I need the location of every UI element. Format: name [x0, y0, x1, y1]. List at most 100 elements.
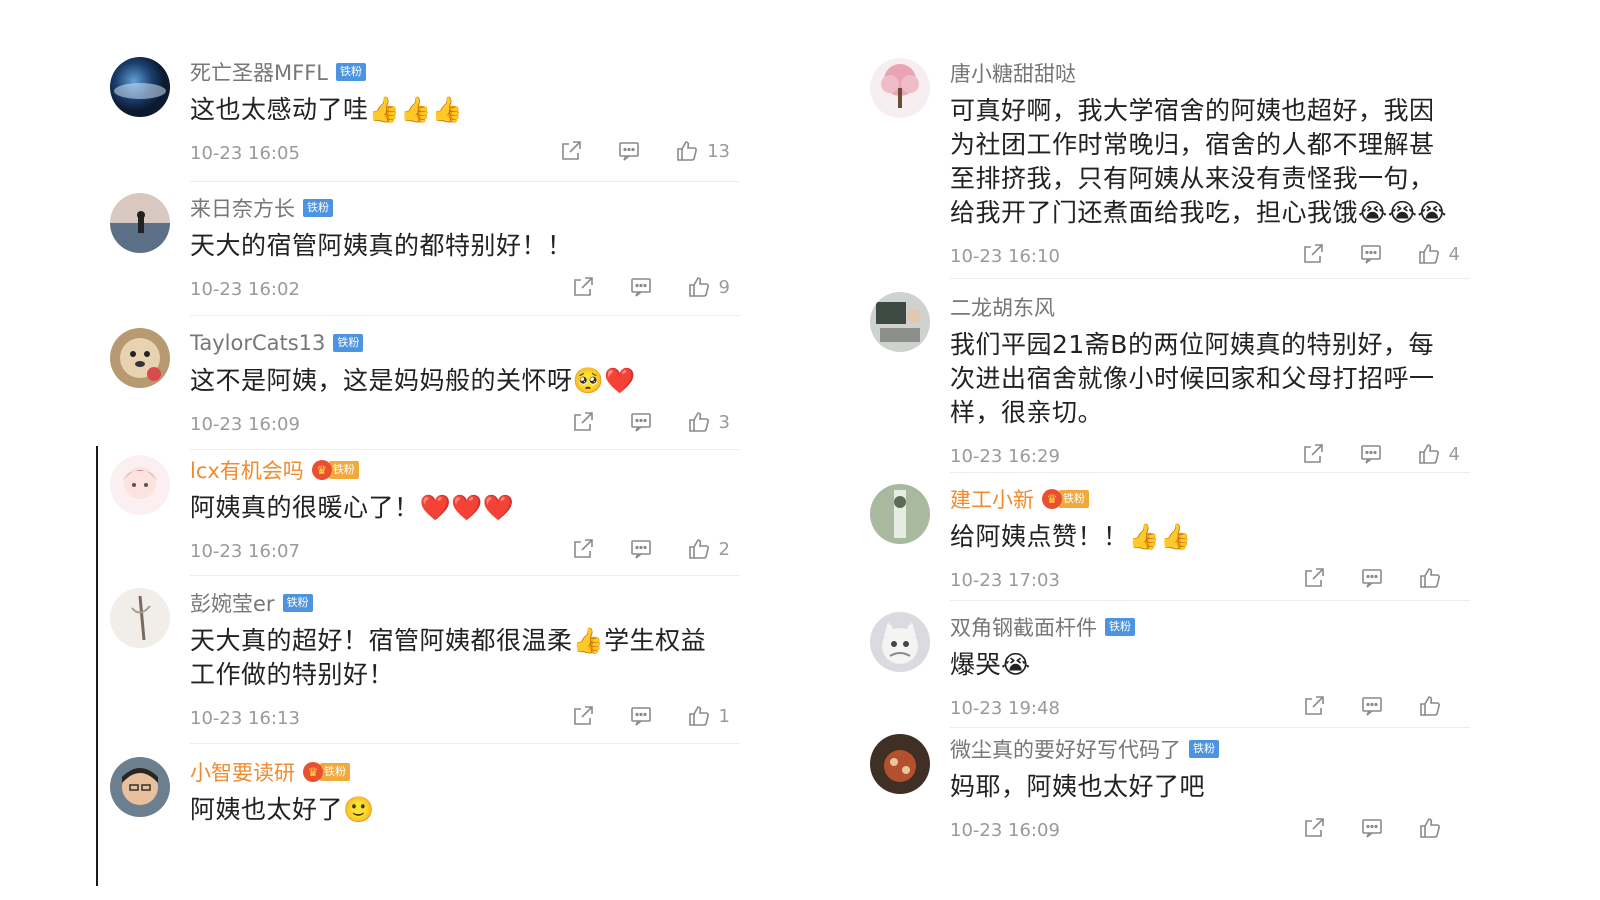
like-button[interactable]: 4: [1417, 442, 1460, 466]
thumbs-up-icon[interactable]: [687, 704, 711, 728]
avatar[interactable]: [110, 193, 170, 253]
share-icon[interactable]: [571, 537, 595, 561]
comment-text: 阿姨也太好了🙂: [190, 795, 375, 824]
avatar[interactable]: [110, 455, 170, 515]
comment-text: 天大真的超好！宿管阿姨都很温柔👍学生权益工作做的特别好！: [190, 626, 707, 689]
like-button[interactable]: 4: [1417, 242, 1460, 266]
share-icon[interactable]: [1302, 694, 1326, 718]
comment-meta: 10-23 16:09 3: [190, 410, 740, 440]
username[interactable]: 死亡圣器MFFL: [190, 57, 328, 87]
thumbs-up-icon[interactable]: [687, 537, 711, 561]
share-icon[interactable]: [1301, 242, 1325, 266]
reply-icon[interactable]: [629, 537, 653, 561]
fan-badge-label: 铁粉: [335, 63, 366, 81]
thumbs-up-icon[interactable]: [1418, 694, 1442, 718]
thumbs-up-icon[interactable]: [687, 275, 711, 299]
like-button[interactable]: 2: [687, 537, 730, 561]
name-row: lcx有机会吗 ♛ 铁粉: [190, 455, 740, 485]
username[interactable]: 二龙胡东风: [950, 292, 1055, 322]
name-row: 微尘真的要好好写代码了 铁粉: [950, 734, 1470, 764]
fan-badge: 铁粉: [333, 333, 364, 353]
timestamp: 10-23 19:48: [950, 698, 1060, 719]
avatar[interactable]: [870, 612, 930, 672]
comment-meta: 10-23 16:02 9: [190, 275, 740, 305]
username[interactable]: 来日奈方长: [190, 193, 295, 223]
share-icon[interactable]: [1302, 816, 1326, 840]
name-row: 死亡圣器MFFL 铁粉: [190, 57, 740, 87]
crown-icon: ♛: [311, 460, 332, 480]
thumbs-up-icon[interactable]: [1418, 816, 1442, 840]
comment-text: 我们平园21斋B的两位阿姨真的特别好，每次进出宿舍就像小时候回家和父母打招呼一样…: [950, 330, 1435, 427]
reply-icon[interactable]: [1359, 442, 1383, 466]
comment-text: 爆哭😭: [950, 650, 1031, 679]
name-row: 来日奈方长 铁粉: [190, 193, 740, 223]
name-row: 彭婉莹er 铁粉: [190, 588, 740, 618]
thumbs-up-icon[interactable]: [1417, 242, 1441, 266]
comment-actions: 1: [537, 704, 730, 728]
thumbs-up-icon[interactable]: [675, 139, 699, 163]
avatar[interactable]: [110, 757, 170, 817]
reply-icon[interactable]: [1359, 242, 1383, 266]
comment-text: 这不是阿姨，这是妈妈般的关怀呀🥺❤️: [190, 366, 636, 395]
reply-icon[interactable]: [629, 410, 653, 434]
comment-meta: 10-23 16:10 4: [950, 242, 1470, 272]
avatar[interactable]: [870, 734, 930, 794]
like-button[interactable]: 1: [687, 704, 730, 728]
name-row: 二龙胡东风: [950, 292, 1470, 322]
avatar[interactable]: [110, 57, 170, 117]
reply-icon[interactable]: [1360, 566, 1384, 590]
name-row: 双角钢截面杆件 铁粉: [950, 612, 1470, 642]
reply-icon[interactable]: [617, 139, 641, 163]
username[interactable]: TaylorCats13: [190, 331, 325, 355]
like-button[interactable]: [1418, 566, 1460, 590]
thumbs-up-icon[interactable]: [687, 410, 711, 434]
timestamp: 10-23 16:02: [190, 279, 300, 300]
share-icon[interactable]: [1301, 442, 1325, 466]
avatar[interactable]: [110, 588, 170, 648]
comment-divider: [950, 727, 1470, 728]
share-icon[interactable]: [571, 704, 595, 728]
name-row: 唐小糖甜甜哒: [950, 58, 1470, 88]
avatar[interactable]: [870, 58, 930, 118]
comment-divider: [190, 181, 740, 182]
avatar[interactable]: [110, 328, 170, 388]
like-button[interactable]: [1418, 694, 1460, 718]
comment-body: 微尘真的要好好写代码了 铁粉 妈耶，阿姨也太好了吧 10-23 16:09: [950, 734, 1470, 846]
fan-badge: 铁粉: [1189, 739, 1219, 759]
username[interactable]: 唐小糖甜甜哒: [950, 58, 1076, 88]
reply-icon[interactable]: [629, 275, 653, 299]
username[interactable]: 微尘真的要好好写代码了: [950, 734, 1181, 764]
timestamp: 10-23 16:07: [190, 541, 300, 562]
share-icon[interactable]: [571, 410, 595, 434]
share-icon[interactable]: [1302, 566, 1326, 590]
comment-meta: 10-23 16:07 2: [190, 537, 740, 567]
username[interactable]: 小智要读研: [190, 757, 295, 787]
comment-meta: 10-23 17:03: [950, 566, 1470, 596]
comment-divider: [190, 315, 740, 316]
reply-icon[interactable]: [629, 704, 653, 728]
comment-actions: 9: [537, 275, 730, 299]
fan-badge-label: 铁粉: [282, 594, 313, 612]
comment-meta: 10-23 16:13 1: [190, 704, 740, 734]
avatar[interactable]: [870, 292, 930, 352]
timestamp: 10-23 17:03: [950, 570, 1060, 591]
like-count: 9: [718, 276, 730, 298]
username[interactable]: 彭婉莹er: [190, 588, 275, 618]
share-icon[interactable]: [571, 275, 595, 299]
like-button[interactable]: 13: [675, 139, 730, 163]
reply-icon[interactable]: [1360, 694, 1384, 718]
avatar[interactable]: [870, 484, 930, 544]
comment-actions: 2: [537, 537, 730, 561]
username[interactable]: 建工小新: [950, 484, 1034, 514]
reply-icon[interactable]: [1360, 816, 1384, 840]
share-icon[interactable]: [559, 139, 583, 163]
username[interactable]: lcx有机会吗: [190, 455, 304, 485]
timestamp: 10-23 16:09: [190, 414, 300, 435]
like-button[interactable]: [1418, 816, 1460, 840]
thumbs-up-icon[interactable]: [1418, 566, 1442, 590]
username[interactable]: 双角钢截面杆件: [950, 612, 1097, 642]
thumbs-up-icon[interactable]: [1417, 442, 1441, 466]
like-button[interactable]: 9: [687, 275, 730, 299]
like-button[interactable]: 3: [687, 410, 730, 434]
like-count: 2: [718, 538, 730, 560]
